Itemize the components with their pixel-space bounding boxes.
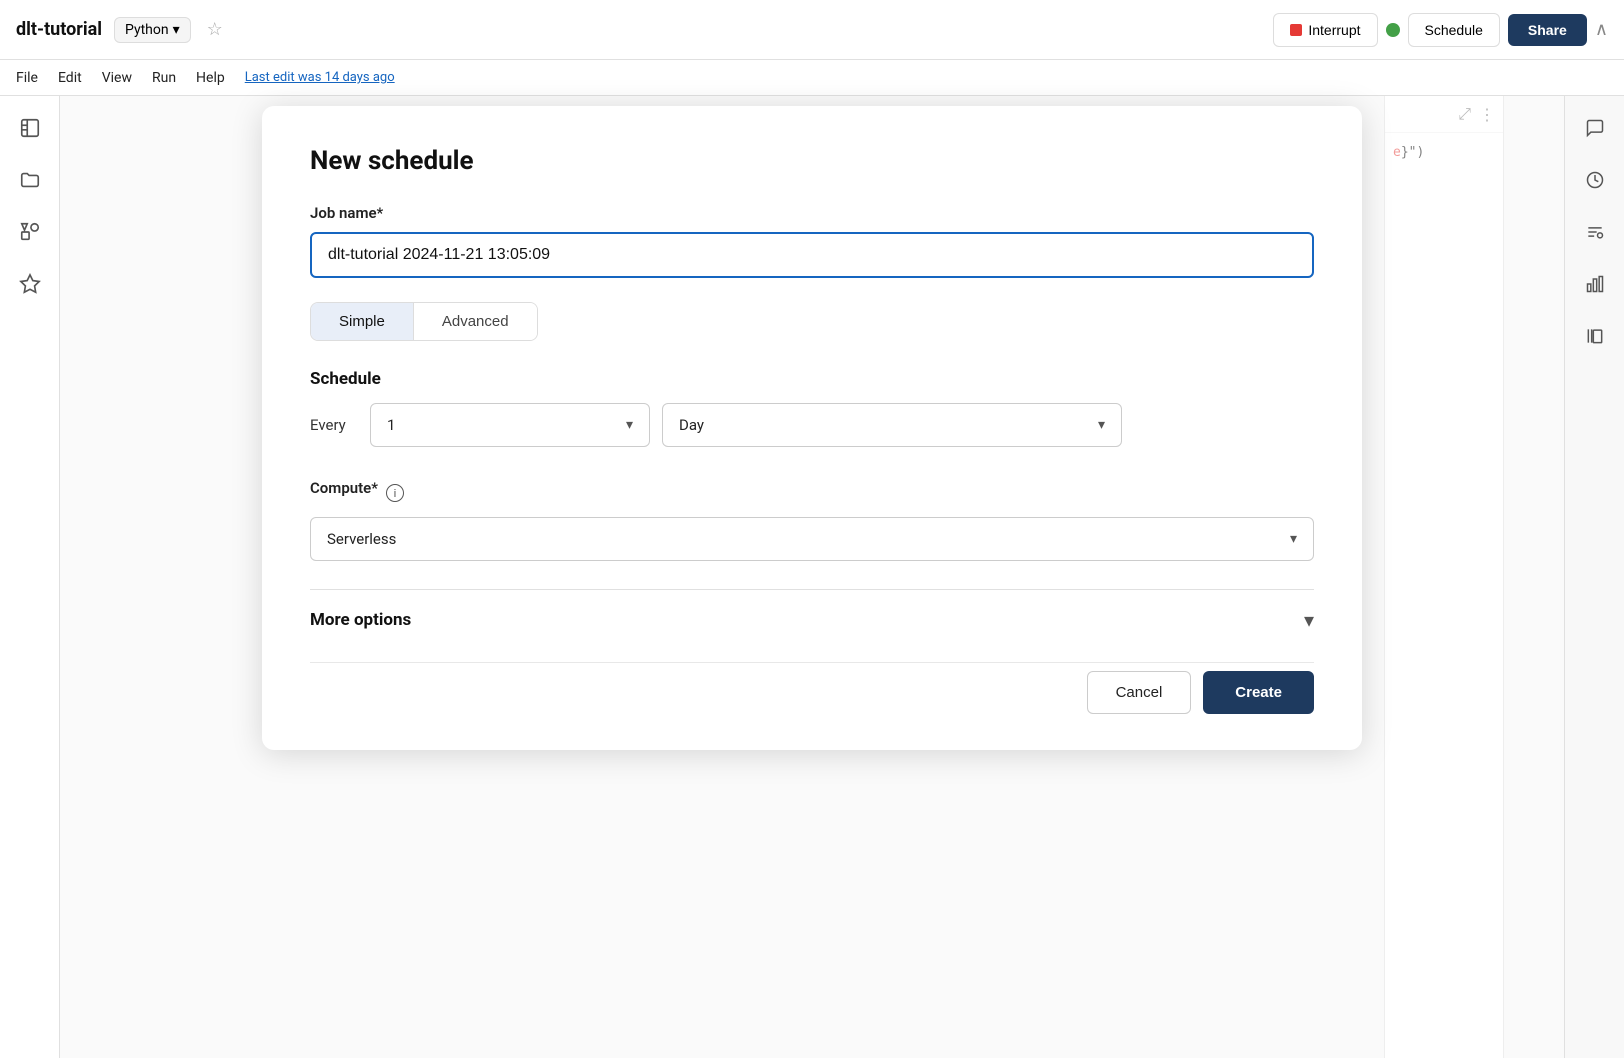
- share-button[interactable]: Share: [1508, 14, 1587, 46]
- compute-info-icon[interactable]: i: [386, 484, 404, 502]
- schedule-row: Every 1 ▾ Day ▾: [310, 403, 1314, 447]
- more-options-row[interactable]: More options ▾: [310, 589, 1314, 650]
- topbar-actions: Interrupt Schedule Share ∧: [1273, 13, 1608, 47]
- modal-title: New schedule: [310, 146, 1314, 176]
- menu-run[interactable]: Run: [152, 70, 176, 86]
- every-label: Every: [310, 416, 358, 434]
- compute-row: Compute* i Serverless ▾: [310, 479, 1314, 561]
- schedule-tab-group: Simple Advanced: [310, 302, 538, 341]
- job-name-label: Job name*: [310, 204, 1314, 222]
- compute-value: Serverless: [327, 530, 396, 548]
- create-button[interactable]: Create: [1203, 671, 1314, 714]
- sidebar-icon-folder[interactable]: [14, 164, 46, 196]
- cancel-button[interactable]: Cancel: [1087, 671, 1192, 714]
- kernel-status-icon[interactable]: [1386, 23, 1400, 37]
- interrupt-dot-icon: [1290, 24, 1302, 36]
- interval-select[interactable]: 1 ▾: [370, 403, 650, 447]
- topbar: dlt-tutorial Python ▾ ☆ Interrupt Schedu…: [0, 0, 1624, 60]
- interrupt-button[interactable]: Interrupt: [1273, 13, 1377, 47]
- unit-chevron-icon: ▾: [1098, 417, 1105, 433]
- sidebar-icon-variable[interactable]: [1579, 216, 1611, 248]
- schedule-button[interactable]: Schedule: [1408, 13, 1500, 47]
- menu-view[interactable]: View: [102, 70, 132, 86]
- sidebar-icon-chat[interactable]: [1579, 112, 1611, 144]
- content-area: ⤢ ⋮ e}") New schedule Job name* Simple A…: [60, 96, 1564, 1058]
- menu-edit[interactable]: Edit: [58, 70, 82, 86]
- right-sidebar: [1564, 96, 1624, 1058]
- left-sidebar: [0, 96, 60, 1058]
- interval-unit-select[interactable]: Day ▾: [662, 403, 1122, 447]
- sidebar-icon-notebook[interactable]: [14, 112, 46, 144]
- interval-value: 1: [387, 416, 395, 434]
- new-schedule-modal: New schedule Job name* Simple Advanced S…: [262, 106, 1362, 750]
- main-layout: ⤢ ⋮ e}") New schedule Job name* Simple A…: [0, 96, 1624, 1058]
- sidebar-icon-chart[interactable]: [1579, 268, 1611, 300]
- menu-help[interactable]: Help: [196, 70, 225, 86]
- modal-backdrop: New schedule Job name* Simple Advanced S…: [60, 96, 1564, 1058]
- more-options-chevron-icon: ▾: [1304, 608, 1314, 632]
- menubar: File Edit View Run Help Last edit was 14…: [0, 60, 1624, 96]
- compute-select[interactable]: Serverless ▾: [310, 517, 1314, 561]
- favorite-icon[interactable]: ☆: [207, 19, 223, 40]
- more-options-label: More options: [310, 610, 411, 630]
- sidebar-icon-star[interactable]: [14, 268, 46, 300]
- sidebar-icon-history[interactable]: [1579, 164, 1611, 196]
- interval-chevron-icon: ▾: [626, 417, 633, 433]
- menu-file[interactable]: File: [16, 70, 38, 86]
- compute-label: Compute*: [310, 479, 378, 497]
- modal-footer: Cancel Create: [310, 662, 1314, 714]
- compute-chevron-icon: ▾: [1290, 531, 1297, 547]
- tab-simple[interactable]: Simple: [311, 303, 414, 340]
- compute-label-row: Compute* i: [310, 479, 1314, 507]
- language-selector[interactable]: Python ▾: [114, 17, 191, 43]
- sidebar-icon-shapes[interactable]: [14, 216, 46, 248]
- interval-unit-value: Day: [679, 416, 704, 434]
- tab-advanced[interactable]: Advanced: [414, 303, 537, 340]
- collapse-icon[interactable]: ∧: [1595, 19, 1608, 40]
- sidebar-icon-library[interactable]: [1579, 320, 1611, 352]
- schedule-section-label: Schedule: [310, 369, 1314, 389]
- job-name-input[interactable]: [310, 232, 1314, 278]
- app-title: dlt-tutorial: [16, 19, 102, 40]
- last-edit-status: Last edit was 14 days ago: [245, 70, 395, 85]
